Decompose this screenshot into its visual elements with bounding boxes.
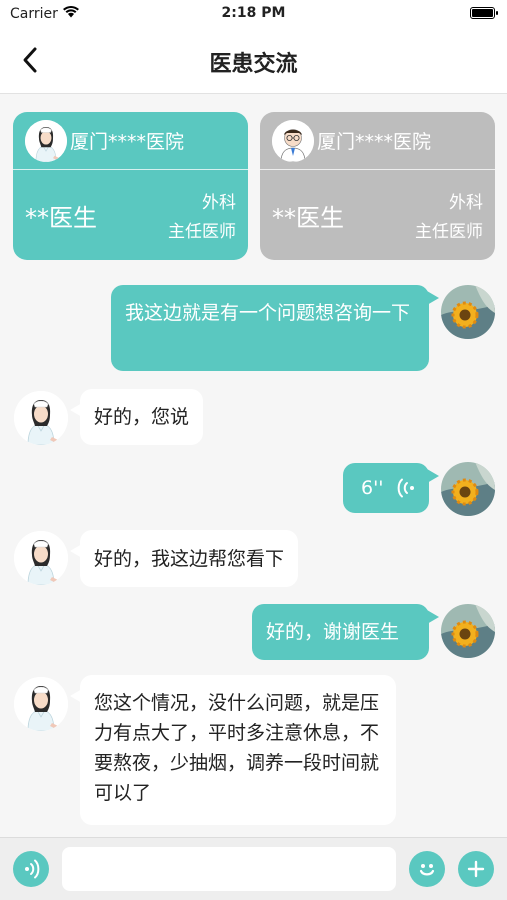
voice-toggle-icon: [25, 859, 40, 879]
doctor-avatar[interactable]: [14, 391, 68, 445]
message-text: 您这个情况，没什么问题，就是压力有点大了，平时多注意休息，不要熬夜，少抽烟，调养…: [94, 692, 380, 804]
emoji-button[interactable]: [409, 851, 445, 887]
message-bubble-received[interactable]: 您这个情况，没什么问题，就是压力有点大了，平时多注意休息，不要熬夜，少抽烟，调养…: [70, 675, 396, 825]
voice-toggle-button[interactable]: [13, 851, 49, 887]
plus-icon: [467, 860, 485, 878]
doctor-name: **医生: [25, 204, 97, 232]
message-text: 好的，谢谢医生: [266, 621, 400, 643]
doctor-avatar: [25, 119, 67, 162]
message-input[interactable]: [62, 847, 396, 891]
clock: 2:18 PM: [221, 5, 286, 21]
nav-bar: 医患交流: [0, 28, 507, 94]
voice-wave-icon: [397, 478, 414, 498]
doctor-card-inactive[interactable]: 厦门****医院 **医生 外科 主任医师: [260, 112, 495, 260]
doctor-avatar[interactable]: [14, 531, 68, 585]
message-bubble-sent[interactable]: 我这边就是有一个问题想咨询一下: [111, 285, 439, 371]
page-title: 医患交流: [209, 52, 298, 77]
message-text: 好的，我这边帮您看下: [94, 548, 285, 570]
message-bubble-received[interactable]: 好的，我这边帮您看下: [69, 530, 299, 587]
doctor-avatar: [272, 119, 314, 162]
status-bar: Carrier 2:18 PM: [0, 0, 507, 28]
doctor-card-body: **医生 外科 主任医师: [13, 170, 248, 260]
voice-duration: 6'': [361, 477, 384, 499]
doctor-card-active[interactable]: 厦门****医院 **医生 外科 主任医师: [13, 112, 248, 260]
doctor-card-header: 厦门****医院: [260, 112, 495, 170]
message-input-bar: [0, 837, 507, 900]
hospital-name: 厦门****医院: [317, 131, 432, 153]
message-text: 我这边就是有一个问题想咨询一下: [125, 302, 411, 324]
doctor-rank: 主任医师: [168, 222, 236, 242]
doctor-department: 外科: [202, 193, 236, 213]
doctor-name: **医生: [272, 204, 344, 232]
doctor-department: 外科: [449, 193, 483, 213]
user-avatar[interactable]: [441, 285, 495, 339]
message-text: 好的，您说: [94, 406, 190, 428]
doctor-rank: 主任医师: [415, 222, 483, 242]
hospital-name: 厦门****医院: [70, 131, 185, 153]
voice-message-bubble[interactable]: 6'': [343, 463, 439, 513]
doctor-cards: 厦门****医院 **医生 外科 主任医师 厦门****医院 **医生 外科 主…: [13, 112, 495, 260]
message-bubble-sent[interactable]: 好的，谢谢医生: [252, 604, 439, 660]
doctor-card-body: **医生 外科 主任医师: [260, 170, 495, 260]
message-bubble-received[interactable]: 好的，您说: [69, 389, 204, 445]
user-avatar[interactable]: [441, 462, 495, 516]
battery-icon: [470, 7, 498, 19]
doctor-avatar[interactable]: [14, 677, 68, 731]
more-options-button[interactable]: [458, 851, 494, 887]
emoji-icon: [419, 864, 435, 876]
user-avatar[interactable]: [441, 604, 495, 658]
doctor-card-header: 厦门****医院: [13, 112, 248, 170]
